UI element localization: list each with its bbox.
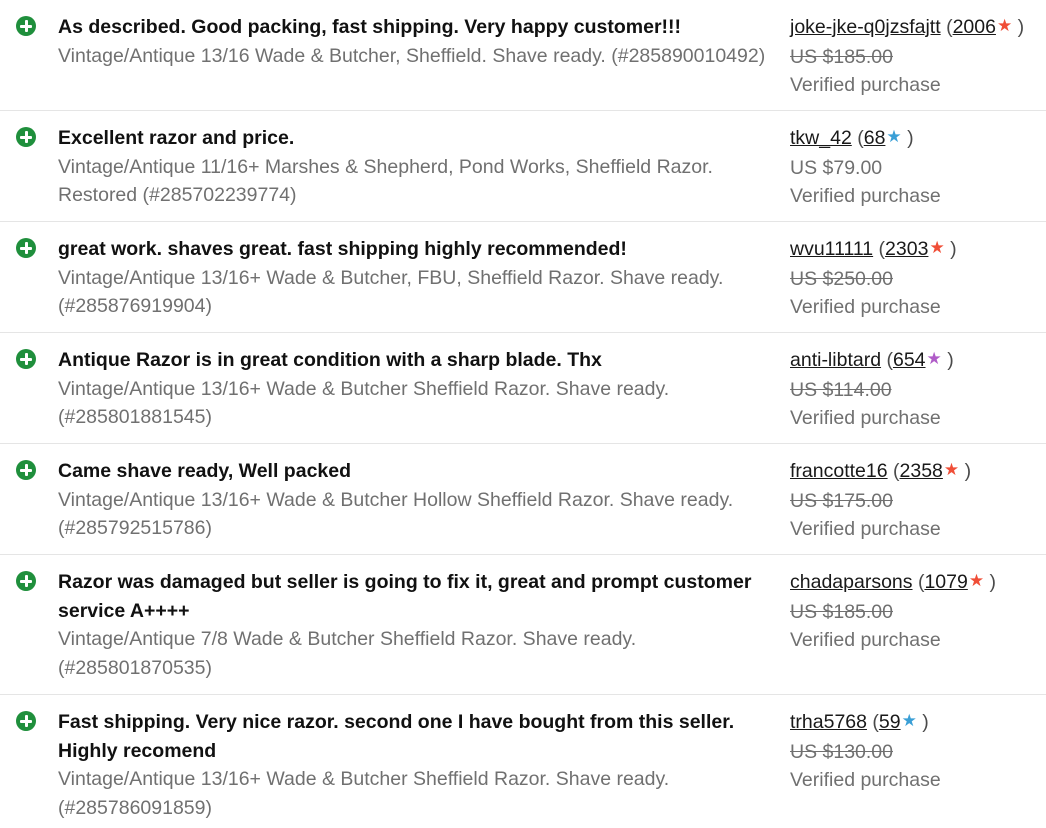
buyer-score-link[interactable]: 2006 [953, 16, 996, 38]
buyer-line: wvu11111 (2303★ ) [790, 235, 1040, 265]
star-icon: ★ [968, 571, 985, 590]
feedback-content: As described. Good packing, fast shippin… [58, 13, 778, 70]
item-price: US $130.00 [790, 740, 893, 763]
paren-close: ) [964, 460, 972, 482]
positive-feedback-icon [16, 349, 36, 369]
buyer-score-link[interactable]: 59 [879, 711, 901, 733]
buyer-username-link[interactable]: wvu11111 [790, 238, 873, 260]
item-price: US $114.00 [790, 378, 892, 401]
paren-close: ) [947, 349, 954, 371]
buyer-info: wvu11111 (2303★ ) US $250.00 Verified pu… [790, 235, 1040, 322]
item-title: Vintage/Antique 11/16+ Marshes & Shepher… [58, 155, 713, 207]
verified-purchase-label: Verified purchase [790, 629, 941, 651]
star-icon: ★ [926, 349, 942, 368]
buyer-line: anti-libtard (654★ ) [790, 346, 1040, 376]
buyer-score-link[interactable]: 654 [893, 349, 926, 371]
feedback-row: Antique Razor is in great condition with… [0, 333, 1046, 444]
item-price: US $185.00 [790, 600, 893, 623]
paren-close: ) [1017, 16, 1025, 38]
buyer-score-link[interactable]: 68 [864, 127, 886, 149]
buyer-info: trha5768 (59★ ) US $130.00 Verified purc… [790, 708, 1040, 795]
feedback-row: As described. Good packing, fast shippin… [0, 0, 1046, 111]
feedback-row: Razor was damaged but seller is going to… [0, 555, 1046, 695]
star-icon: ★ [901, 711, 917, 730]
buyer-username-link[interactable]: francotte16 [790, 460, 888, 482]
buyer-info: anti-libtard (654★ ) US $114.00 Verified… [790, 346, 1040, 433]
verified-purchase-label: Verified purchase [790, 769, 941, 791]
buyer-info: chadaparsons (1079★ ) US $185.00 Verifie… [790, 568, 1040, 655]
buyer-score-link[interactable]: 2303 [885, 238, 928, 260]
verified-purchase-label: Verified purchase [790, 185, 941, 207]
positive-feedback-icon [16, 460, 36, 480]
feedback-content: Antique Razor is in great condition with… [58, 346, 778, 432]
positive-feedback-icon [16, 571, 36, 591]
buyer-line: tkw_42 (68★ ) [790, 124, 1040, 154]
buyer-info: tkw_42 (68★ ) US $79.00 Verified purchas… [790, 124, 1040, 211]
feedback-comment: Excellent razor and price. [58, 127, 295, 149]
buyer-username-link[interactable]: chadaparsons [790, 571, 913, 593]
star-icon: ★ [996, 16, 1013, 35]
buyer-username-link[interactable]: anti-libtard [790, 349, 881, 371]
item-price: US $250.00 [790, 267, 893, 290]
buyer-line: chadaparsons (1079★ ) [790, 568, 1040, 598]
feedback-row: Excellent razor and price. Vintage/Antiq… [0, 111, 1046, 222]
item-price: US $185.00 [790, 45, 893, 68]
buyer-info: joke-jke-q0jzsfajtt (2006★ ) US $185.00 … [790, 13, 1040, 100]
item-title: Vintage/Antique 13/16 Wade & Butcher, Sh… [58, 44, 766, 67]
buyer-score-link[interactable]: 2358 [900, 460, 943, 482]
feedback-list: As described. Good packing, fast shippin… [0, 0, 1046, 828]
paren-close: ) [989, 571, 997, 593]
positive-feedback-icon [16, 711, 36, 731]
star-icon: ★ [886, 127, 902, 146]
verified-purchase-label: Verified purchase [790, 518, 941, 540]
feedback-comment: Razor was damaged but seller is going to… [58, 571, 752, 622]
verified-purchase-label: Verified purchase [790, 407, 941, 429]
item-price: US $79.00 [790, 156, 883, 179]
feedback-row: Fast shipping. Very nice razor. second o… [0, 695, 1046, 828]
buyer-username-link[interactable]: tkw_42 [790, 127, 852, 149]
item-title: Vintage/Antique 13/16+ Wade & Butcher Sh… [58, 377, 670, 429]
feedback-content: Excellent razor and price. Vintage/Antiq… [58, 124, 778, 210]
buyer-info: francotte16 (2358★ ) US $175.00 Verified… [790, 457, 1040, 544]
feedback-comment: As described. Good packing, fast shippin… [58, 16, 682, 38]
positive-feedback-icon [16, 127, 36, 147]
feedback-comment: Came shave ready, Well packed [58, 460, 352, 482]
item-title: Vintage/Antique 13/16+ Wade & Butcher, F… [58, 266, 724, 318]
feedback-comment: Antique Razor is in great condition with… [58, 349, 602, 371]
buyer-score-link[interactable]: 1079 [924, 571, 967, 593]
feedback-row: Came shave ready, Well packed Vintage/An… [0, 444, 1046, 555]
item-title: Vintage/Antique 13/16+ Wade & Butcher Ho… [58, 488, 734, 540]
paren-close: ) [922, 711, 929, 733]
buyer-line: francotte16 (2358★ ) [790, 457, 1040, 487]
verified-purchase-label: Verified purchase [790, 74, 941, 96]
buyer-line: joke-jke-q0jzsfajtt (2006★ ) [790, 13, 1040, 43]
positive-feedback-icon [16, 238, 36, 258]
feedback-comment: great work. shaves great. fast shipping … [58, 238, 627, 260]
feedback-content: great work. shaves great. fast shipping … [58, 235, 778, 321]
star-icon: ★ [943, 460, 960, 479]
paren-close: ) [907, 127, 914, 149]
paren-close: ) [950, 238, 957, 260]
feedback-comment: Fast shipping. Very nice razor. second o… [58, 711, 735, 762]
feedback-row: great work. shaves great. fast shipping … [0, 222, 1046, 333]
verified-purchase-label: Verified purchase [790, 296, 941, 318]
feedback-content: Came shave ready, Well packed Vintage/An… [58, 457, 778, 543]
feedback-content: Fast shipping. Very nice razor. second o… [58, 708, 778, 822]
positive-feedback-icon [16, 16, 36, 36]
buyer-line: trha5768 (59★ ) [790, 708, 1040, 738]
buyer-username-link[interactable]: joke-jke-q0jzsfajtt [790, 16, 941, 38]
star-icon: ★ [929, 238, 945, 257]
item-title: Vintage/Antique 7/8 Wade & Butcher Sheff… [58, 628, 637, 679]
buyer-username-link[interactable]: trha5768 [790, 711, 867, 733]
item-title: Vintage/Antique 13/16+ Wade & Butcher Sh… [58, 768, 670, 819]
feedback-content: Razor was damaged but seller is going to… [58, 568, 778, 682]
item-price: US $175.00 [790, 489, 893, 512]
